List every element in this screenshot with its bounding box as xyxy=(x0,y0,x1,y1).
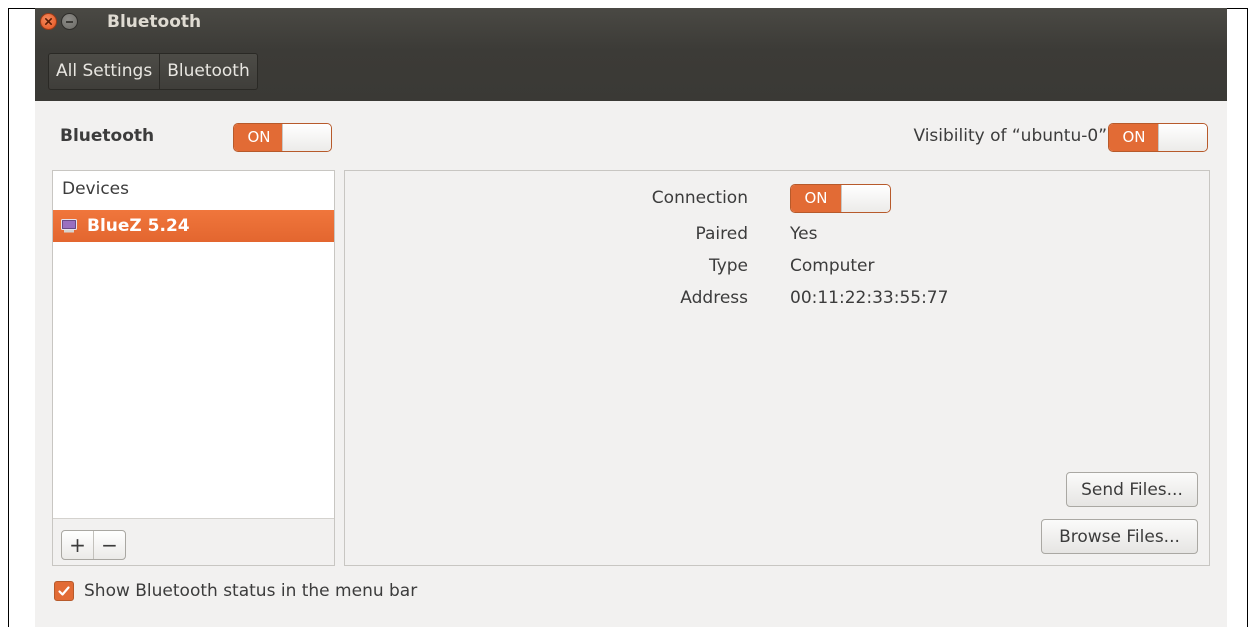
address-value: 00:11:22:33:55:77 xyxy=(790,288,949,308)
connection-label: Connection xyxy=(651,188,748,208)
switch-knob xyxy=(1158,124,1207,151)
bluetooth-power-switch[interactable]: ON xyxy=(233,123,332,152)
visibility-switch[interactable]: ON xyxy=(1108,123,1208,152)
devices-toolbar: + − xyxy=(53,518,334,565)
connection-switch[interactable]: ON xyxy=(790,184,891,213)
show-status-checkbox[interactable] xyxy=(54,581,74,601)
window-title: Bluetooth xyxy=(107,12,202,32)
type-label: Type xyxy=(708,256,748,276)
breadcrumb-bluetooth[interactable]: Bluetooth xyxy=(159,54,257,89)
remove-device-button[interactable]: − xyxy=(93,531,125,559)
title-bar: Bluetooth All Settings Bluetooth xyxy=(35,8,1227,101)
switch-knob xyxy=(841,185,890,212)
add-remove-group: + − xyxy=(61,530,126,560)
computer-icon xyxy=(61,219,77,233)
device-name: BlueZ 5.24 xyxy=(87,216,190,236)
switch-knob xyxy=(282,124,331,151)
bluetooth-label: Bluetooth xyxy=(60,126,155,146)
browse-files-button[interactable]: Browse Files... xyxy=(1041,519,1198,554)
minimize-window-button[interactable] xyxy=(61,13,78,30)
switch-on-label: ON xyxy=(791,185,841,212)
type-value: Computer xyxy=(790,256,875,276)
show-status-row: Show Bluetooth status in the menu bar xyxy=(54,581,417,601)
switch-on-label: ON xyxy=(234,124,284,151)
paired-value: Yes xyxy=(790,224,818,244)
devices-panel: Devices BlueZ 5.24 + − xyxy=(52,170,335,566)
switch-on-label: ON xyxy=(1109,124,1159,151)
device-details-panel: Connection ON Paired Yes Type Computer A… xyxy=(344,170,1210,566)
checkmark-icon xyxy=(58,586,70,596)
device-list-item[interactable]: BlueZ 5.24 xyxy=(53,210,334,242)
breadcrumb-all-settings[interactable]: All Settings xyxy=(49,54,159,89)
paired-label: Paired xyxy=(695,224,749,244)
close-window-button[interactable] xyxy=(40,13,57,30)
add-device-button[interactable]: + xyxy=(62,531,93,559)
send-files-button[interactable]: Send Files... xyxy=(1066,472,1198,507)
devices-header: Devices xyxy=(62,179,129,199)
address-label: Address xyxy=(680,288,748,308)
close-icon xyxy=(44,17,53,26)
breadcrumb: All Settings Bluetooth xyxy=(48,53,258,90)
show-status-label: Show Bluetooth status in the menu bar xyxy=(84,581,418,601)
minimize-icon xyxy=(66,20,73,23)
visibility-label: Visibility of “ubuntu-0” xyxy=(913,126,1107,146)
bluetooth-window: Bluetooth All Settings Bluetooth Bluetoo… xyxy=(35,8,1227,627)
